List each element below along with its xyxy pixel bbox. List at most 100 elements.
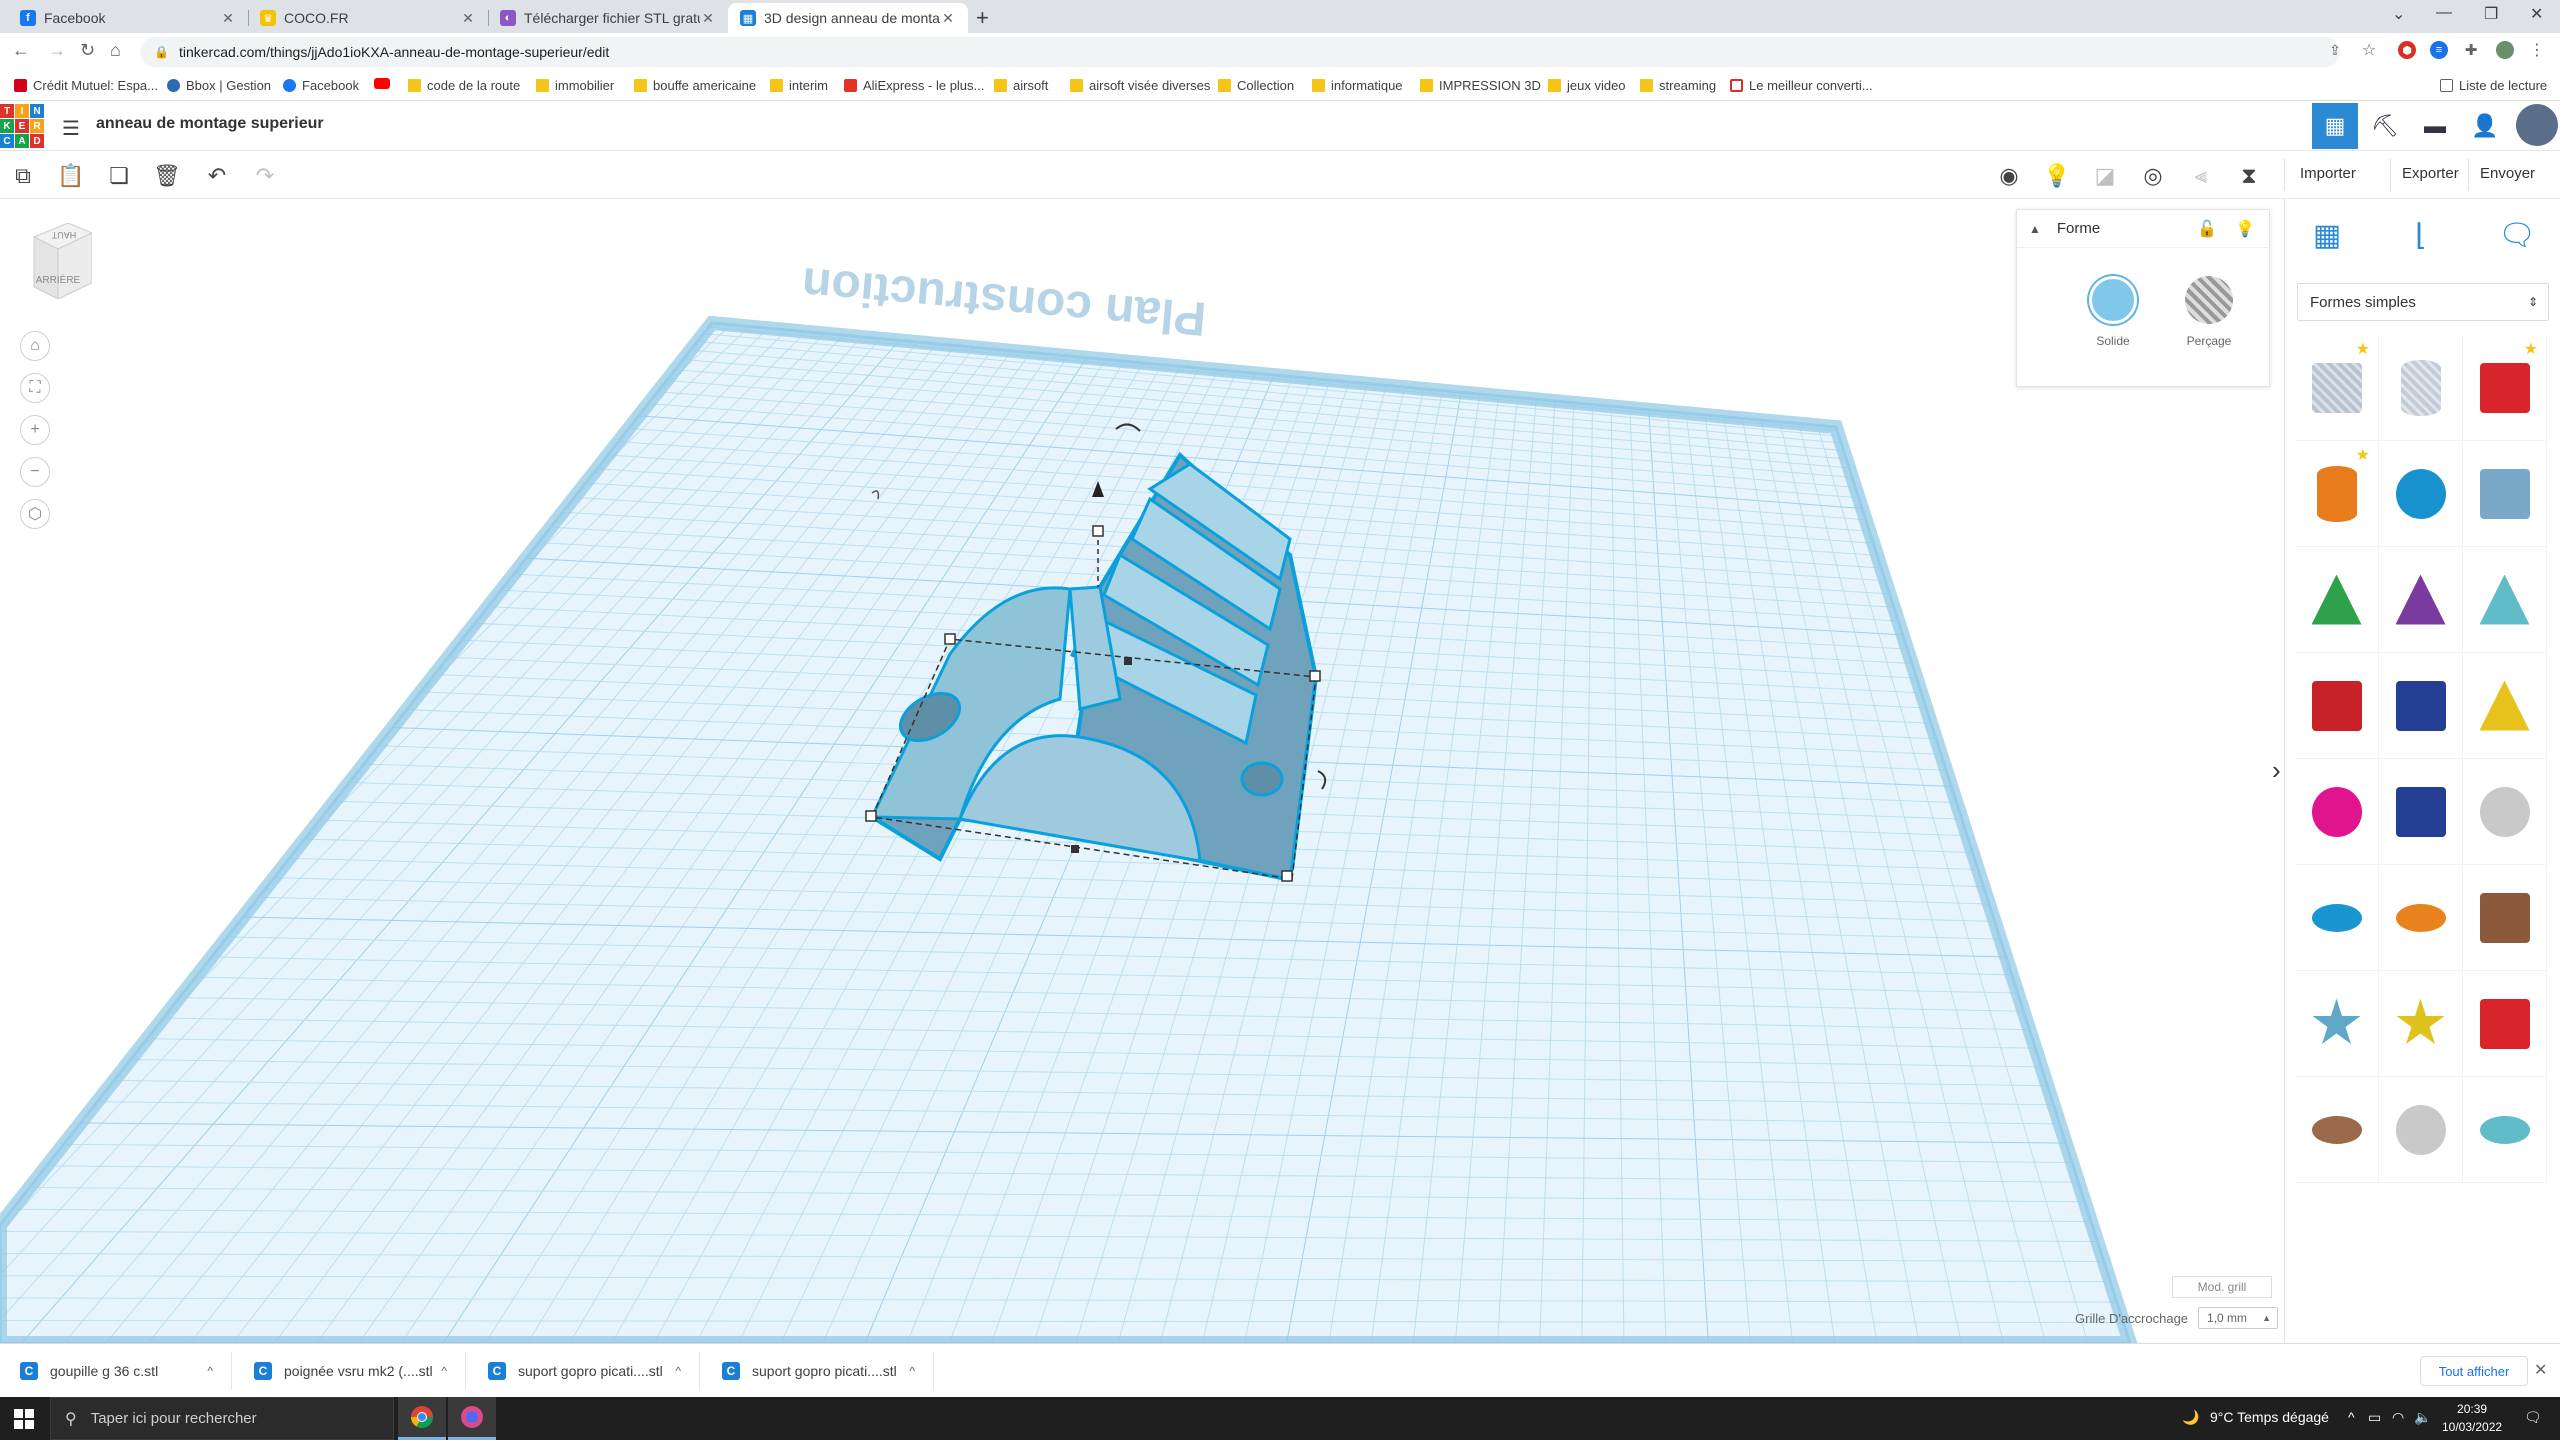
chrome-menu-icon[interactable]: ⋮ <box>2528 41 2546 59</box>
home-icon[interactable]: ⌂ <box>110 40 121 61</box>
network-icon[interactable]: ▭ <box>2368 1409 2381 1426</box>
side-handle[interactable] <box>1071 845 1079 853</box>
bookmark-folder-streaming[interactable]: streaming <box>1640 78 1716 93</box>
zoom-out-icon[interactable]: − <box>20 457 50 487</box>
import-button[interactable]: Importer <box>2300 165 2356 182</box>
bookmark-converter[interactable]: Le meilleur converti... <box>1730 78 1873 93</box>
shape-polygon[interactable] <box>2379 759 2463 865</box>
undo-icon[interactable]: ↶ <box>202 161 232 191</box>
shape-cylinder-striped[interactable] <box>2379 335 2463 441</box>
new-tab-button[interactable]: + <box>976 5 989 31</box>
share-icon[interactable]: ⇪ <box>2326 41 2344 59</box>
tab-facebook[interactable]: f Facebook ✕ <box>8 3 248 33</box>
bookmark-folder-bouffe[interactable]: bouffe americaine <box>634 78 756 93</box>
tab-close-icon[interactable]: ✕ <box>940 10 956 27</box>
collapse-panel-chevron-icon[interactable]: › <box>2272 755 2281 786</box>
redo-icon[interactable]: ↷ <box>250 161 280 191</box>
shape-library-select[interactable]: Formes simples ⇕ <box>2297 283 2549 321</box>
resize-handle[interactable] <box>944 633 956 645</box>
view-cube[interactable]: HAUT ARRIÈRE <box>28 222 94 300</box>
show-all-downloads-button[interactable]: Tout afficher <box>2420 1356 2528 1386</box>
download-item[interactable]: C goupille g 36 c.stl ^ <box>0 1352 232 1390</box>
notes-tab-icon[interactable]: 🗨 <box>2489 209 2545 261</box>
address-bar[interactable]: 🔒 tinkercad.com/things/jjAdo1ioKXA-annea… <box>140 37 2340 67</box>
send-button[interactable]: Envoyer <box>2480 165 2535 182</box>
edit-grid-button[interactable]: Mod. grill <box>2172 1276 2272 1298</box>
shape-tube[interactable] <box>2379 865 2463 971</box>
solid-swatch[interactable] <box>2089 276 2137 324</box>
reload-icon[interactable]: ↻ <box>80 40 95 61</box>
weather-text[interactable]: 9°C Temps dégagé <box>2210 1409 2329 1425</box>
shape-ellipsoid[interactable] <box>2463 1077 2547 1183</box>
bookmark-folder-jeux-video[interactable]: jeux video <box>1548 78 1626 93</box>
bookmark-folder-immobilier[interactable]: immobilier <box>536 78 614 93</box>
lock-shape-icon[interactable]: 🔓 <box>2197 219 2217 239</box>
shape-roof[interactable] <box>2295 547 2379 653</box>
taskbar-clock[interactable]: 20:39 10/03/2022 <box>2442 1400 2502 1436</box>
workplane-grid[interactable]: Plan construction <box>0 199 2284 1343</box>
fit-view-icon[interactable]: ⛶ <box>20 373 50 403</box>
chevron-up-icon[interactable]: ^ <box>441 1364 447 1378</box>
home-view-icon[interactable]: ⌂ <box>20 331 50 361</box>
shape-box-striped[interactable]: ★ <box>2295 335 2379 441</box>
shape-text[interactable] <box>2295 653 2379 759</box>
bricks-icon[interactable]: ▬ <box>2412 103 2458 149</box>
ruler-tab-icon[interactable]: ⌊ <box>2393 209 2449 261</box>
shape-scribble[interactable] <box>2463 441 2547 547</box>
hide-shape-bulb-icon[interactable]: 💡 <box>2235 219 2255 239</box>
shape-half-sphere[interactable] <box>2295 759 2379 865</box>
bookmark-folder-collection[interactable]: Collection <box>1218 78 1294 93</box>
blocks-pickaxe-icon[interactable]: ⛏ <box>2362 103 2408 149</box>
tab-close-icon[interactable]: ✕ <box>220 10 236 27</box>
light-bulb-icon[interactable]: 💡 <box>2042 161 2072 191</box>
download-item[interactable]: C poignée vsru mk2 (....stl ^ <box>234 1352 466 1390</box>
windows-start-icon[interactable] <box>14 1409 34 1429</box>
resize-handle[interactable] <box>1281 870 1293 882</box>
bookmark-folder-airsoft[interactable]: airsoft <box>994 78 1048 93</box>
bookmark-star-icon[interactable]: ☆ <box>2360 41 2378 59</box>
shape-soccer-ball[interactable] <box>2379 1077 2463 1183</box>
bookmark-folder-informatique[interactable]: informatique <box>1312 78 1403 93</box>
shape-star[interactable] <box>2295 971 2379 1077</box>
user-avatar[interactable] <box>2516 104 2558 146</box>
tab-coco[interactable]: ♛ COCO.FR ✕ <box>248 3 488 33</box>
grid-tab-icon[interactable]: ▦ <box>2299 209 2355 261</box>
shape-cone[interactable] <box>2379 547 2463 653</box>
extension-icon[interactable]: ≡ <box>2430 41 2448 59</box>
snap-grid-select[interactable]: 1,0 mm ▲ <box>2198 1307 2279 1329</box>
tinkercad-logo[interactable]: TIN KER CAD <box>0 104 44 148</box>
bookmark-folder-airsoft-visee[interactable]: airsoft visée diverses <box>1070 78 1210 93</box>
shape-cylinder[interactable]: ★ <box>2295 441 2379 547</box>
collapse-caret-icon[interactable]: ▲ <box>2029 222 2041 236</box>
download-item[interactable]: C suport gopro picati....stl ^ <box>468 1352 700 1390</box>
back-icon[interactable]: ← <box>12 40 30 61</box>
shape-wedge[interactable] <box>2379 653 2463 759</box>
bookmark-folder-impression3d[interactable]: IMPRESSION 3D <box>1420 78 1541 93</box>
zoom-in-icon[interactable]: + <box>20 415 50 445</box>
shape-paraboloid[interactable] <box>2463 759 2547 865</box>
shape-star-gold[interactable] <box>2379 971 2463 1077</box>
chrome-taskbar-icon[interactable] <box>398 1397 446 1440</box>
workplane-canvas[interactable]: Plan construction HAUT ARRIÈRE ⌂ ⛶ + − ⬡… <box>0 199 2284 1343</box>
bookmark-aliexpress[interactable]: AliExpress - le plus... <box>844 78 984 93</box>
ungroup-icon[interactable]: ◎ <box>2138 161 2168 191</box>
shape-torus[interactable] <box>2295 865 2379 971</box>
bookmark-folder-code-route[interactable]: code de la route <box>408 78 520 93</box>
mirror-icon[interactable]: ⧗ <box>2234 161 2264 191</box>
group-icon[interactable]: ◪ <box>2090 161 2120 191</box>
taskbar-search[interactable]: ⚲ Taper ici pour rechercher <box>50 1397 394 1440</box>
bookmark-bbox[interactable]: Bbox | Gestion <box>167 78 271 93</box>
tab-search-icon[interactable]: ⌄ <box>2392 4 2405 24</box>
shape-heart[interactable] <box>2463 865 2547 971</box>
show-hidden-icons-icon[interactable]: ^ <box>2348 1409 2355 1425</box>
shape-sphere[interactable] <box>2379 441 2463 547</box>
adblock-extension-icon[interactable]: ⬢ <box>2398 41 2416 59</box>
shape-box[interactable]: ★ <box>2463 335 2547 441</box>
close-window-icon[interactable]: ✕ <box>2530 4 2543 24</box>
design-menu-icon[interactable]: ☰ <box>62 116 80 141</box>
notes-icon[interactable]: ◉ <box>1994 161 2024 191</box>
resize-handle[interactable] <box>1309 670 1321 682</box>
moon-weather-icon[interactable]: 🌙 <box>2182 1409 2199 1426</box>
hole-swatch[interactable] <box>2185 276 2233 324</box>
solid-option[interactable]: Solide <box>2073 276 2153 348</box>
